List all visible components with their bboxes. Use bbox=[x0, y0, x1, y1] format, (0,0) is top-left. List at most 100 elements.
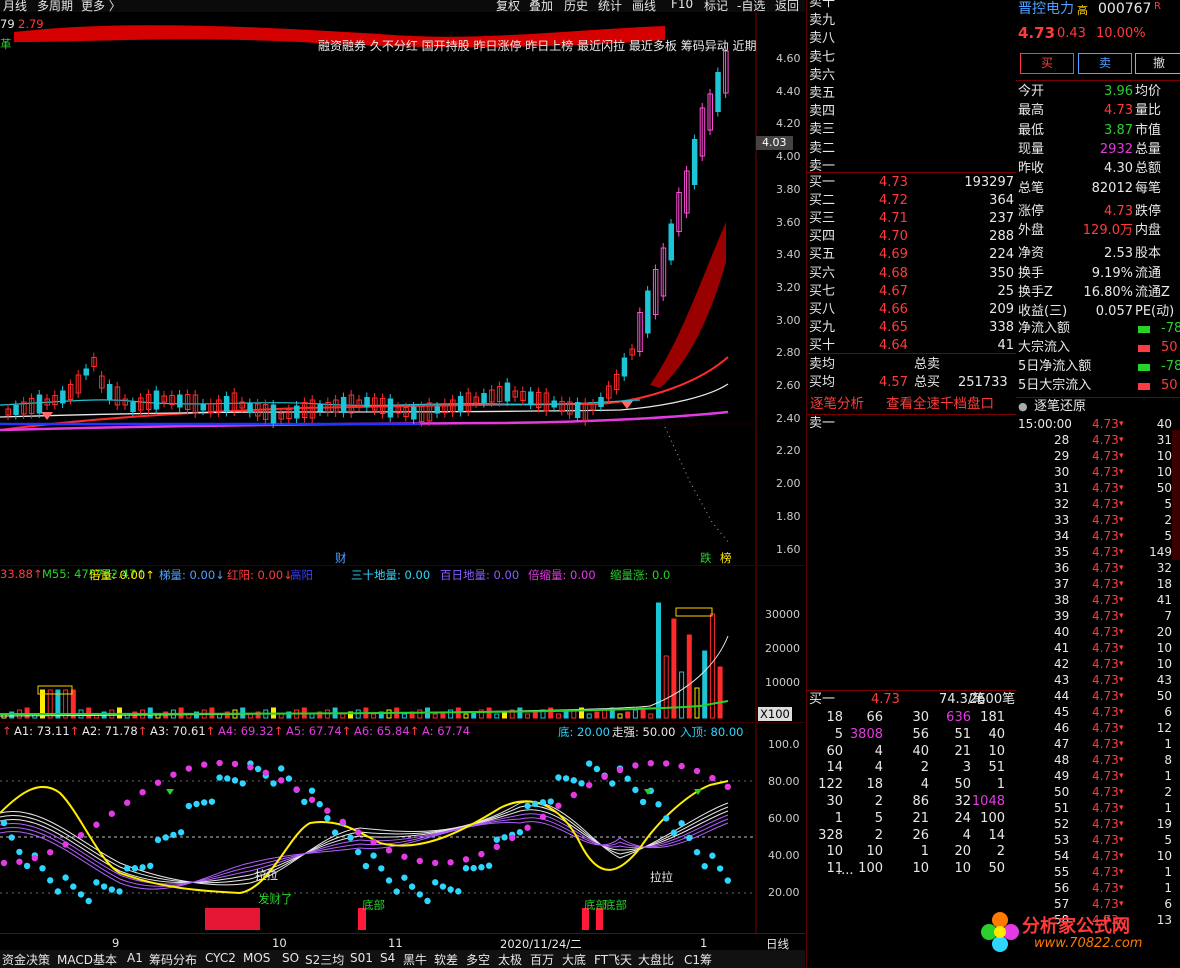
queue-cell: 21 bbox=[954, 743, 971, 759]
volume-bar bbox=[525, 713, 531, 719]
bid-price[interactable]: 4.67 bbox=[879, 283, 908, 301]
osc-dot bbox=[401, 874, 408, 881]
bottom-tab[interactable]: CYC2 bbox=[205, 951, 236, 965]
osc-dot bbox=[16, 858, 23, 865]
bottom-tab[interactable]: MOS bbox=[243, 951, 270, 965]
osc-dot bbox=[416, 891, 423, 898]
bid-price[interactable]: 4.66 bbox=[879, 301, 908, 319]
bid-price[interactable]: 4.65 bbox=[879, 319, 908, 337]
osc-dot bbox=[308, 787, 316, 794]
collapse-icon[interactable]: ● bbox=[1018, 398, 1028, 416]
osc-dot bbox=[370, 852, 377, 859]
bid-price[interactable]: 4.73 bbox=[879, 174, 908, 192]
sell-button[interactable]: 卖 bbox=[1078, 53, 1132, 74]
osc-arrow-icon: ↑ bbox=[2, 724, 12, 738]
stat-value: 9.19% bbox=[1091, 265, 1133, 281]
queue-ellipsis: .... bbox=[837, 863, 854, 878]
stat-label: 今开 bbox=[1018, 84, 1045, 99]
osc-dot bbox=[85, 897, 92, 905]
bottom-tab[interactable]: 资金决策 bbox=[2, 951, 50, 968]
volume-bar bbox=[494, 713, 500, 719]
osc-dot bbox=[47, 849, 54, 856]
bottom-tab[interactable]: 软差 bbox=[434, 951, 458, 968]
osc-dot bbox=[355, 829, 362, 836]
cancel-button[interactable]: 撤 bbox=[1135, 53, 1180, 74]
osc-dot bbox=[278, 777, 285, 784]
osc-dot bbox=[154, 836, 162, 844]
bottom-tab[interactable]: 大盘比 bbox=[638, 951, 674, 968]
menu-f10[interactable]: F10 bbox=[671, 0, 693, 11]
bottom-tab[interactable]: 黑牛 bbox=[403, 951, 427, 968]
bottom-tab[interactable]: S4 bbox=[380, 951, 395, 965]
osc-dot bbox=[162, 834, 169, 841]
osc-indicator-text: A5: 67.74 bbox=[286, 724, 342, 738]
bid-price[interactable]: 4.69 bbox=[879, 246, 908, 264]
candle bbox=[13, 405, 19, 415]
candle bbox=[83, 368, 89, 376]
queue-sell1: 卖一 bbox=[809, 416, 836, 431]
tick-scrollbar[interactable] bbox=[1172, 430, 1180, 560]
date-tick: 11 bbox=[388, 936, 403, 950]
bottom-tab[interactable]: 百万 bbox=[530, 951, 554, 968]
osc-indicator-text: A3: 70.61 bbox=[150, 724, 206, 738]
osc-dot bbox=[401, 853, 408, 860]
volume-pane[interactable]: 33.88↑ M55: 475762.47↑ 倍量: 0.00↑ 梯量: 0.00↓ 红… bbox=[0, 566, 805, 723]
stat-label: 总笔 bbox=[1018, 180, 1045, 196]
flower-logo-icon bbox=[981, 912, 1019, 952]
chart-header-val: 2.79 bbox=[18, 17, 44, 31]
osc-dot bbox=[231, 760, 239, 768]
bottom-tab[interactable]: 多空 bbox=[466, 951, 490, 968]
queue-cell: 636 bbox=[946, 710, 971, 725]
bottom-tab[interactable]: 大底 bbox=[562, 951, 586, 968]
oscillator-pane[interactable]: A1: 73.11↑ A2: 71.78↑ A3: 70.61↑ A4: 69.32↑… bbox=[0, 723, 805, 933]
osc-dot bbox=[539, 799, 547, 806]
stat-value: 4.30 bbox=[1104, 161, 1133, 177]
bid-price[interactable]: 4.71 bbox=[879, 210, 908, 228]
full-depth-link[interactable]: 查看全速千档盘口 bbox=[886, 395, 994, 413]
candle bbox=[598, 397, 604, 407]
bid-price[interactable]: 4.68 bbox=[879, 265, 908, 283]
osc-dot bbox=[724, 877, 731, 884]
osc-zq: 走强: 50.00 bbox=[612, 725, 676, 739]
bid-price[interactable]: 4.70 bbox=[879, 228, 908, 246]
candle bbox=[317, 404, 323, 412]
bottom-tab[interactable]: 筹码分布 bbox=[149, 951, 197, 968]
candle bbox=[528, 391, 534, 405]
bottom-tab[interactable]: S01 bbox=[350, 951, 373, 965]
queue-buy1-price: 4.73 bbox=[871, 692, 900, 707]
osc-dot bbox=[586, 781, 593, 789]
volume-bar bbox=[594, 711, 600, 719]
bottom-tab[interactable]: FT飞天 bbox=[594, 951, 632, 968]
flow-label: 5日大宗流入 bbox=[1018, 378, 1092, 393]
bid-price[interactable]: 4.72 bbox=[879, 192, 908, 210]
osc-indicator-arrow: ↑ bbox=[409, 724, 420, 738]
stat-label2: 量比 bbox=[1135, 103, 1162, 119]
osc-dot bbox=[447, 859, 454, 866]
osc-dot bbox=[108, 886, 116, 893]
osc-dot bbox=[462, 865, 470, 872]
osc-dot bbox=[139, 788, 146, 796]
osc-dot bbox=[23, 862, 31, 870]
queue-cell: 50 bbox=[988, 861, 1005, 877]
bottom-tab[interactable]: C1筹 bbox=[684, 951, 712, 968]
volume-svg bbox=[0, 566, 757, 722]
queue-cell: 14 bbox=[988, 827, 1005, 843]
osc-dot bbox=[570, 777, 577, 784]
osc-dot bbox=[331, 829, 339, 836]
osc-dot bbox=[601, 773, 608, 780]
bottom-tab[interactable]: SO bbox=[282, 951, 299, 965]
tick-analysis-link[interactable]: 逐笔分析 bbox=[810, 395, 864, 413]
osc-dot bbox=[293, 786, 300, 793]
bottom-tab[interactable]: A1 bbox=[127, 951, 143, 965]
osc-dot bbox=[678, 762, 685, 770]
queue-cell: 56 bbox=[912, 726, 929, 742]
queue-cell: 51 bbox=[954, 726, 971, 742]
price-chart-pane[interactable]: 79 2.79 革 融资融券 久不分红 国开持股 昨日涨停 昨日上榜 最近闪拉 … bbox=[0, 12, 805, 566]
bottom-tab[interactable]: S2三均 bbox=[305, 951, 344, 968]
volume-indicator-text: 倍量: 0.00 bbox=[89, 568, 146, 582]
buy-button[interactable]: 买 bbox=[1020, 53, 1074, 74]
tick-restore-title[interactable]: 逐笔还原 bbox=[1034, 398, 1086, 416]
bottom-tab[interactable]: 太极 bbox=[498, 951, 522, 968]
volume-bar bbox=[401, 713, 407, 719]
bottom-tab[interactable]: MACD基本 bbox=[57, 951, 117, 968]
